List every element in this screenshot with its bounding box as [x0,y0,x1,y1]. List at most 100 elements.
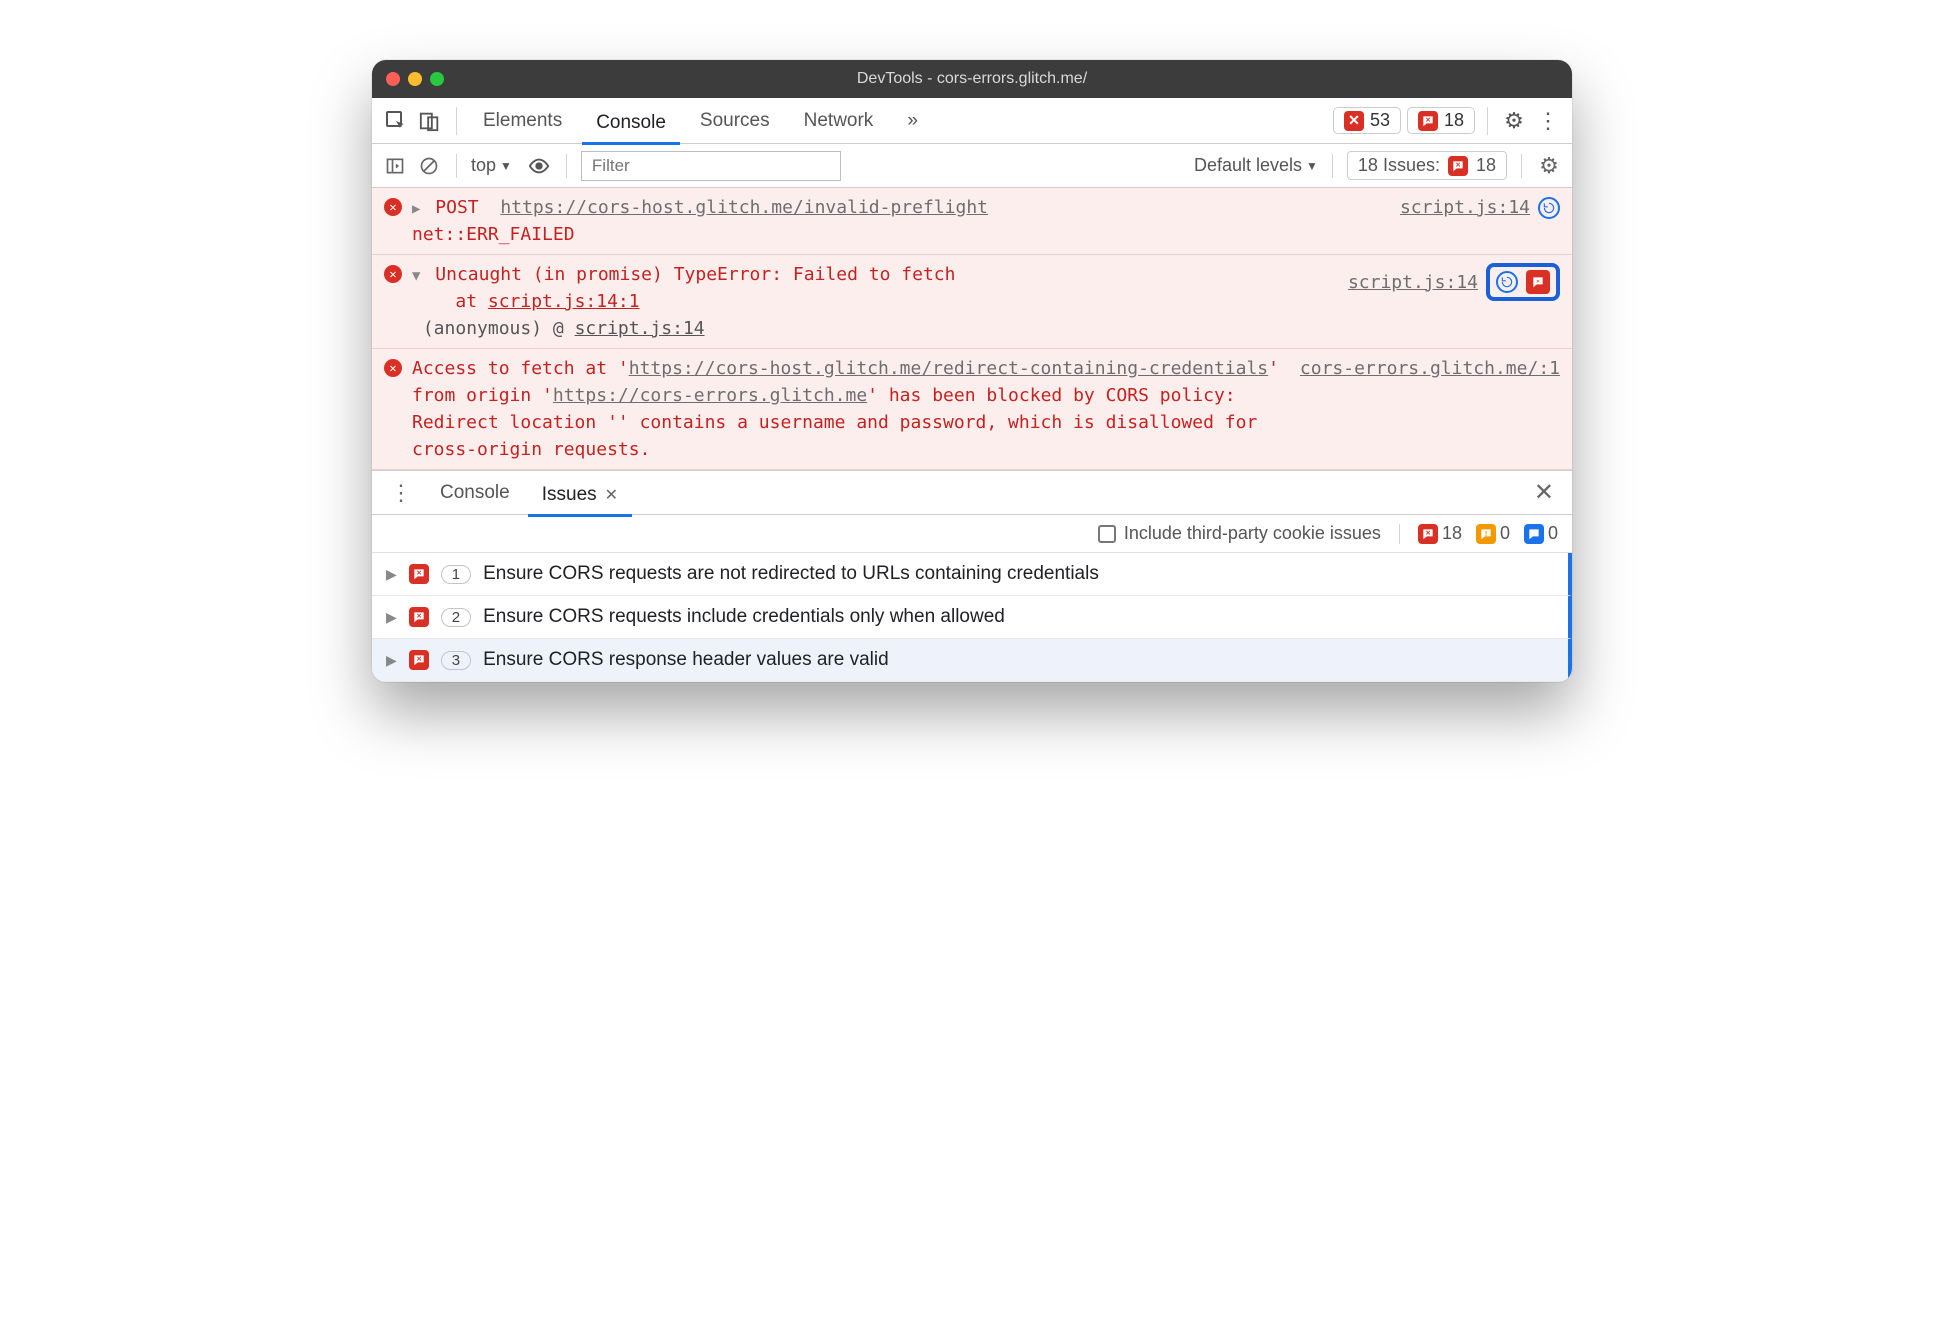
issues-badge[interactable]: ✕ 18 [1407,107,1475,134]
gear-icon[interactable]: ⚙ [1536,153,1562,179]
traffic-lights [386,72,444,86]
gear-icon[interactable]: ⚙ [1500,107,1528,135]
refresh-icon[interactable] [1538,197,1560,219]
drawer-tab-console[interactable]: Console [426,476,524,510]
expand-icon[interactable]: ▶ [386,566,397,583]
log-row-error[interactable]: ✕ ▶ POST https://cors-host.glitch.me/inv… [372,188,1572,255]
tab-more[interactable]: » [893,104,932,138]
url-link[interactable]: rect-containing-credentials [976,358,1269,379]
issues-list: ▶ ✕ 1 Ensure CORS requests are not redir… [372,553,1572,682]
warning-count[interactable]: ! 0 [1476,523,1510,544]
issue-count-badge: 2 [441,608,471,627]
issue-count-badge: 3 [441,651,471,670]
svg-text:✕: ✕ [416,656,421,663]
include-3p-cookie-checkbox[interactable]: Include third-party cookie issues [1098,523,1381,544]
close-drawer-icon[interactable]: ✕ [1524,478,1564,507]
close-tab-icon[interactable]: ✕ [605,485,618,505]
separator [1521,154,1522,178]
loglevels-label: Default levels [1194,155,1302,176]
issues-count: 18 [1444,110,1464,131]
error-count[interactable]: ✕ 18 [1418,523,1462,544]
separator [456,154,457,178]
log-message: Access to fetch at 'https://cors-host.gl… [412,355,1300,463]
info-count[interactable]: 0 [1524,523,1558,544]
source-link[interactable]: script.js:14 [1400,194,1530,221]
console-log-area: ✕ ▶ POST https://cors-host.glitch.me/inv… [372,188,1572,471]
expand-icon[interactable]: ▶ [386,652,397,669]
collapse-icon[interactable]: ▼ [412,266,420,287]
close-window[interactable] [386,72,400,86]
issue-icon: ✕ [409,607,429,627]
issue-title: Ensure CORS requests are not redirected … [483,563,1099,585]
source-link[interactable]: cors-errors.glitch.me/:1 [1300,355,1560,382]
issue-icon: ✕ [1448,156,1468,176]
issue-row[interactable]: ▶ ✕ 3 Ensure CORS response header values… [372,639,1572,682]
issues-filter-bar: Include third-party cookie issues ✕ 18 !… [372,515,1572,553]
separator [1487,107,1488,135]
source-link[interactable]: script.js:14 [1348,269,1478,296]
separator [456,107,457,135]
drawer-tab-issues[interactable]: Issues ✕ [528,478,632,517]
log-row-error[interactable]: ✕ Access to fetch at 'https://cors-host.… [372,349,1572,470]
separator [566,154,567,178]
minimize-window[interactable] [408,72,422,86]
tab-sources[interactable]: Sources [686,104,784,138]
tab-console[interactable]: Console [582,106,680,145]
svg-text:✕: ✕ [416,570,421,577]
stack-link[interactable]: script.js:14 [575,318,705,339]
count-value: 0 [1500,523,1510,544]
svg-text:✕: ✕ [416,613,421,620]
log-source-area: script.js:14 ✕ [1348,263,1560,301]
tab-elements[interactable]: Elements [469,104,576,138]
tab-network[interactable]: Network [790,104,888,138]
device-icon[interactable] [416,107,444,135]
log-message: ▶ POST https://cors-host.glitch.me/inval… [412,194,1400,248]
context-selector[interactable]: top ▼ [471,155,512,176]
issue-icon[interactable]: ✕ [1526,270,1550,294]
loglevels-selector[interactable]: Default levels ▼ [1194,155,1318,176]
issue-row[interactable]: ▶ ✕ 2 Ensure CORS requests include crede… [372,596,1572,639]
maximize-window[interactable] [430,72,444,86]
eye-icon[interactable] [526,153,552,179]
errors-count: 53 [1370,110,1390,131]
sidebar-toggle-icon[interactable] [382,153,408,179]
issue-row[interactable]: ▶ ✕ 1 Ensure CORS requests are not redir… [372,553,1572,596]
clear-console-icon[interactable] [416,153,442,179]
stack-link[interactable]: script.js:14:1 [488,291,640,312]
tabbar: Elements Console Sources Network » ✕ 53 … [372,98,1572,144]
console-toolbar: top ▼ Default levels ▼ 18 Issues: ✕ 18 ⚙ [372,144,1572,188]
inspect-icon[interactable] [382,107,410,135]
issues-pill[interactable]: 18 Issues: ✕ 18 [1347,151,1507,180]
expand-icon[interactable]: ▶ [386,609,397,626]
issue-icon: ✕ [1418,111,1438,131]
annotation-highlight: ✕ [1486,263,1560,301]
error-icon: ✕ [384,265,402,283]
issues-label: 18 Issues: [1358,155,1440,176]
filter-input[interactable] [581,151,841,181]
issue-icon: ✕ [409,650,429,670]
svg-text:✕: ✕ [1425,117,1430,124]
request-url[interactable]: https://cors-host.glitch.me/invalid-pref… [500,197,988,218]
refresh-icon[interactable] [1496,271,1518,293]
error-text: Uncaught (in promise) TypeError: Failed … [435,264,955,285]
svg-text:!: ! [1485,528,1488,537]
url-link[interactable]: https://cors-host.glitch.me/redi [629,358,976,379]
window-title: DevTools - cors-errors.glitch.me/ [857,70,1087,88]
issue-title: Ensure CORS requests include credentials… [483,606,1005,628]
stack-at: at [455,291,488,312]
expand-icon[interactable]: ▶ [412,199,420,220]
error-code: net::ERR_FAILED [412,224,575,245]
drawer-kebab-icon[interactable]: ⋮ [380,480,422,506]
context-label: top [471,155,496,176]
checkbox-icon [1098,525,1116,543]
error-icon: ✕ [384,359,402,377]
log-source-area: script.js:14 [1400,194,1560,221]
url-link[interactable]: https://cors-errors.glitch.me [553,385,867,406]
http-method: POST [435,197,478,218]
info-icon [1524,524,1544,544]
errors-badge[interactable]: ✕ 53 [1333,107,1401,134]
issue-title: Ensure CORS response header values are v… [483,649,889,671]
checkbox-label: Include third-party cookie issues [1124,523,1381,544]
log-row-error[interactable]: ✕ ▼ Uncaught (in promise) TypeError: Fai… [372,255,1572,349]
kebab-icon[interactable]: ⋮ [1534,107,1562,135]
